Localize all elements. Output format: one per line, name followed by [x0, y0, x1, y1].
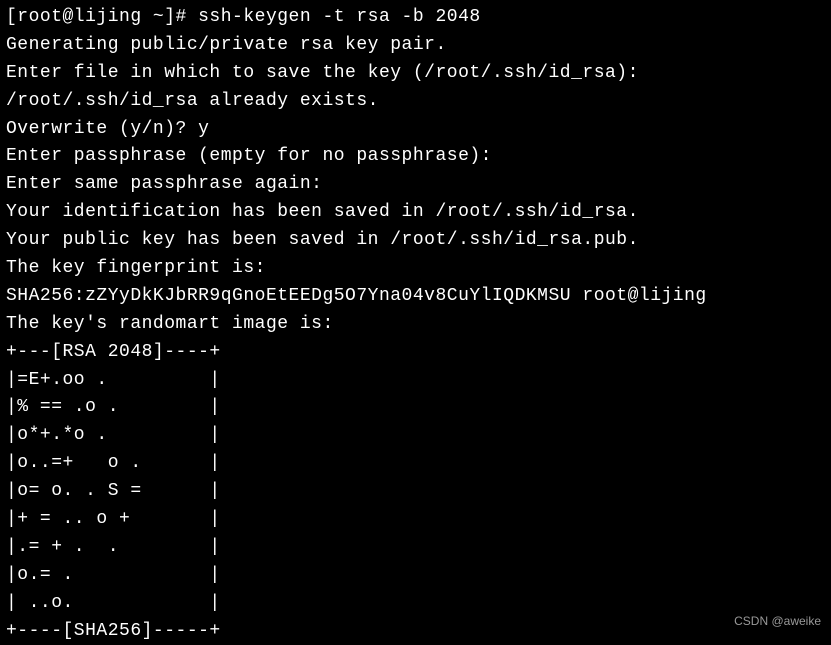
terminal-line: Enter passphrase (empty for no passphras…: [6, 143, 825, 171]
terminal-line: /root/.ssh/id_rsa already exists.: [6, 88, 825, 116]
terminal-line: The key's randomart image is:: [6, 311, 825, 339]
randomart-border-bottom: +----[SHA256]-----+: [6, 618, 825, 645]
terminal-line: Generating public/private rsa key pair.: [6, 32, 825, 60]
terminal-line: Overwrite (y/n)? y: [6, 116, 825, 144]
terminal-output: [root@lijing ~]# ssh-keygen -t rsa -b 20…: [6, 4, 825, 645]
randomart-line: |o.= . |: [6, 562, 825, 590]
terminal-line: The key fingerprint is:: [6, 255, 825, 283]
terminal-line: Enter file in which to save the key (/ro…: [6, 60, 825, 88]
randomart-line: |.= + . . |: [6, 534, 825, 562]
randomart-border-top: +---[RSA 2048]----+: [6, 339, 825, 367]
terminal-line: Enter same passphrase again:: [6, 171, 825, 199]
terminal-line: SHA256:zZYyDkKJbRR9qGnoEtEEDg5O7Yna04v8C…: [6, 283, 825, 311]
watermark: CSDN @aweike: [734, 612, 821, 631]
randomart-line: |% == .o . |: [6, 394, 825, 422]
randomart-line: |=E+.oo . |: [6, 367, 825, 395]
terminal-line: Your public key has been saved in /root/…: [6, 227, 825, 255]
terminal-line: [root@lijing ~]# ssh-keygen -t rsa -b 20…: [6, 4, 825, 32]
randomart-line: |o*+.*o . |: [6, 422, 825, 450]
randomart-line: | ..o. |: [6, 590, 825, 618]
terminal-line: Your identification has been saved in /r…: [6, 199, 825, 227]
randomart-line: |o..=+ o . |: [6, 450, 825, 478]
randomart-line: |+ = .. o + |: [6, 506, 825, 534]
randomart-line: |o= o. . S = |: [6, 478, 825, 506]
